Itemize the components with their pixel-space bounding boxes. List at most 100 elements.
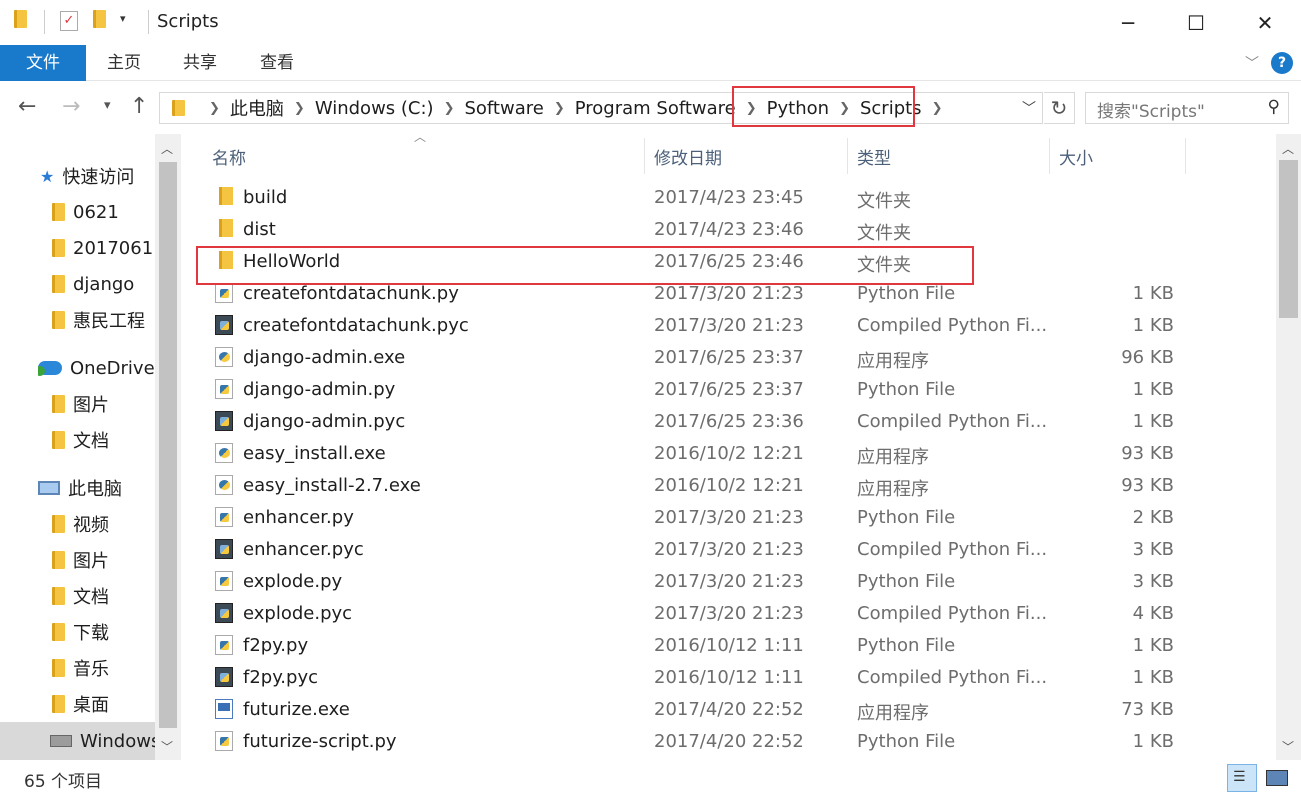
pc-icon — [38, 481, 60, 495]
back-arrow-icon[interactable]: ← — [18, 94, 36, 119]
column-header-name[interactable]: 名称 — [212, 144, 246, 169]
file-type: Python File — [857, 283, 956, 304]
column-divider[interactable] — [847, 138, 848, 174]
file-type: Python File — [857, 571, 956, 592]
search-input[interactable]: 搜索"Scripts" ⚲ — [1085, 92, 1289, 124]
file-row[interactable]: django-admin.py 2017/6/25 23:37 Python Fil… — [181, 375, 1276, 407]
chevron-right-icon[interactable]: ❯ — [294, 101, 305, 116]
file-date: 2017/3/20 21:23 — [654, 507, 804, 528]
column-header-date[interactable]: 修改日期 — [654, 144, 722, 169]
breadcrumb-highlight-box — [732, 86, 915, 127]
nav-item-huimin[interactable]: 惠民工程 — [52, 303, 155, 337]
file-name: easy_install.exe — [243, 443, 386, 464]
documents-folder-icon — [52, 587, 65, 605]
title-bar: ✓ ▾ Scripts ─ ☐ ✕ — [0, 0, 1301, 45]
nav-item-onedrive-documents[interactable]: 文档 — [52, 423, 155, 457]
chevron-right-icon[interactable]: ❯ — [554, 101, 565, 116]
scrollbar-thumb[interactable] — [1279, 160, 1298, 318]
folder-icon — [172, 100, 185, 116]
nav-item-windows-drive[interactable]: Windows — [0, 722, 155, 760]
column-divider[interactable] — [1049, 138, 1050, 174]
file-type: Python File — [857, 379, 956, 400]
scroll-up-icon[interactable]: ︿ — [1282, 140, 1294, 157]
maximize-button[interactable]: ☐ — [1162, 0, 1230, 45]
nav-item-django[interactable]: django — [52, 267, 155, 301]
ribbon-tabs: 文件 主页 共享 查看 ﹀ ? — [0, 45, 1301, 81]
breadcrumb-program-software[interactable]: Program Software — [575, 98, 736, 119]
file-type: 文件夹 — [857, 191, 911, 212]
expand-ribbon-chevron-icon[interactable]: ﹀ — [1245, 53, 1259, 73]
up-arrow-icon[interactable]: ↑ — [130, 94, 148, 119]
nav-pane-scrollbar[interactable]: ︿ ﹀ — [155, 134, 181, 760]
file-name: f2py.py — [243, 635, 309, 656]
file-row[interactable]: django-admin.pyc 2017/6/25 23:36 Compiled … — [181, 407, 1276, 439]
file-row[interactable]: explode.py 2017/3/20 21:23 Python File 3 KB — [181, 567, 1276, 599]
tab-file[interactable]: 文件 — [0, 45, 86, 81]
file-type: Compiled Python Fi... — [857, 603, 1048, 624]
details-view-button[interactable]: ☰ — [1227, 764, 1257, 792]
close-button[interactable]: ✕ — [1231, 0, 1299, 45]
file-row[interactable]: enhancer.py 2017/3/20 21:23 Python File 2 K… — [181, 503, 1276, 535]
help-button[interactable]: ? — [1271, 52, 1293, 74]
forward-arrow-icon[interactable]: → — [62, 94, 80, 119]
minimize-button[interactable]: ─ — [1094, 0, 1162, 45]
tab-home[interactable]: 主页 — [96, 45, 152, 81]
file-row[interactable]: django-admin.exe 2017/6/25 23:37 应用程序 96 KB — [181, 343, 1276, 375]
file-row[interactable]: f2py.py 2016/10/12 1:11 Python File 1 KB — [181, 631, 1276, 663]
column-divider[interactable] — [644, 138, 645, 174]
file-row[interactable]: futurize-script.py 2017/4/20 22:52 Python … — [181, 727, 1276, 759]
scrollbar-thumb[interactable] — [159, 162, 177, 728]
breadcrumb-software[interactable]: Software — [464, 98, 543, 119]
file-type: 应用程序 — [857, 479, 929, 500]
nav-item-pictures[interactable]: 图片 — [52, 543, 155, 577]
chevron-right-icon[interactable]: ❯ — [444, 101, 455, 116]
recent-locations-chevron-icon[interactable]: ▾ — [104, 98, 111, 113]
file-row[interactable]: createfontdatachunk.pyc 2017/3/20 21:23 Co… — [181, 311, 1276, 343]
folder-icon — [219, 187, 233, 205]
scroll-down-icon[interactable]: ﹀ — [1282, 738, 1294, 755]
refresh-button[interactable]: ↻ — [1044, 92, 1075, 124]
file-date: 2017/3/20 21:23 — [654, 283, 804, 304]
column-header-type[interactable]: 类型 — [857, 144, 891, 169]
column-divider[interactable] — [1185, 138, 1186, 174]
nav-item-desktop[interactable]: 桌面 — [52, 687, 155, 721]
nav-item-music[interactable]: 音乐 — [52, 651, 155, 685]
column-header-size[interactable]: 大小 — [1059, 144, 1093, 169]
nav-item-onedrive[interactable]: OneDrive — [38, 351, 155, 385]
tab-share[interactable]: 共享 — [172, 45, 228, 81]
nav-item-videos[interactable]: 视频 — [52, 507, 155, 541]
file-row[interactable]: build 2017/4/23 23:45 文件夹 — [181, 183, 1276, 215]
file-type: Python File — [857, 731, 956, 752]
chevron-right-icon[interactable]: ❯ — [932, 101, 943, 116]
file-row[interactable]: f2py.pyc 2016/10/12 1:11 Compiled Python F… — [181, 663, 1276, 695]
toolbar-divider — [148, 10, 149, 34]
file-date: 2016/10/12 1:11 — [654, 667, 804, 688]
file-row[interactable]: futurize.exe 2017/4/20 22:52 应用程序 73 KB — [181, 695, 1276, 727]
nav-item-documents[interactable]: 文档 — [52, 579, 155, 613]
breadcrumb-this-pc[interactable]: 此电脑 — [230, 95, 284, 121]
file-row[interactable]: easy_install-2.7.exe 2016/10/2 12:21 应用程序 9… — [181, 471, 1276, 503]
nav-item-this-pc[interactable]: 此电脑 — [38, 471, 155, 505]
file-size: 1 KB — [1132, 411, 1174, 432]
file-row[interactable]: enhancer.pyc 2017/3/20 21:23 Compiled Pyth… — [181, 535, 1276, 567]
music-folder-icon — [52, 659, 65, 677]
properties-icon[interactable]: ✓ — [60, 11, 78, 31]
scroll-down-icon[interactable]: ﹀ — [161, 738, 173, 755]
new-folder-icon[interactable] — [93, 10, 106, 34]
python-file-icon — [215, 379, 233, 399]
file-row[interactable]: easy_install.exe 2016/10/2 12:21 应用程序 93 KB — [181, 439, 1276, 471]
file-list-scrollbar[interactable]: ︿ ﹀ — [1276, 134, 1301, 760]
chevron-right-icon[interactable]: ❯ — [209, 101, 220, 116]
nav-item-onedrive-pictures[interactable]: 图片 — [52, 387, 155, 421]
scroll-up-icon[interactable]: ︿ — [161, 140, 173, 157]
address-history-chevron-icon[interactable]: ﹀ — [1022, 98, 1036, 118]
breadcrumb-windows-c[interactable]: Windows (C:) — [315, 98, 434, 119]
nav-item-downloads[interactable]: 下载 — [52, 615, 155, 649]
file-row[interactable]: explode.pyc 2017/3/20 21:23 Compiled Pytho… — [181, 599, 1276, 631]
folder-icon — [52, 395, 65, 413]
nav-item-2017061[interactable]: 2017061 — [52, 231, 155, 265]
customize-toolbar-chevron-icon[interactable]: ▾ — [120, 12, 126, 36]
large-icons-view-button[interactable] — [1262, 764, 1292, 792]
tab-view[interactable]: 查看 — [249, 45, 305, 81]
file-row[interactable]: dist 2017/4/23 23:46 文件夹 — [181, 215, 1276, 247]
